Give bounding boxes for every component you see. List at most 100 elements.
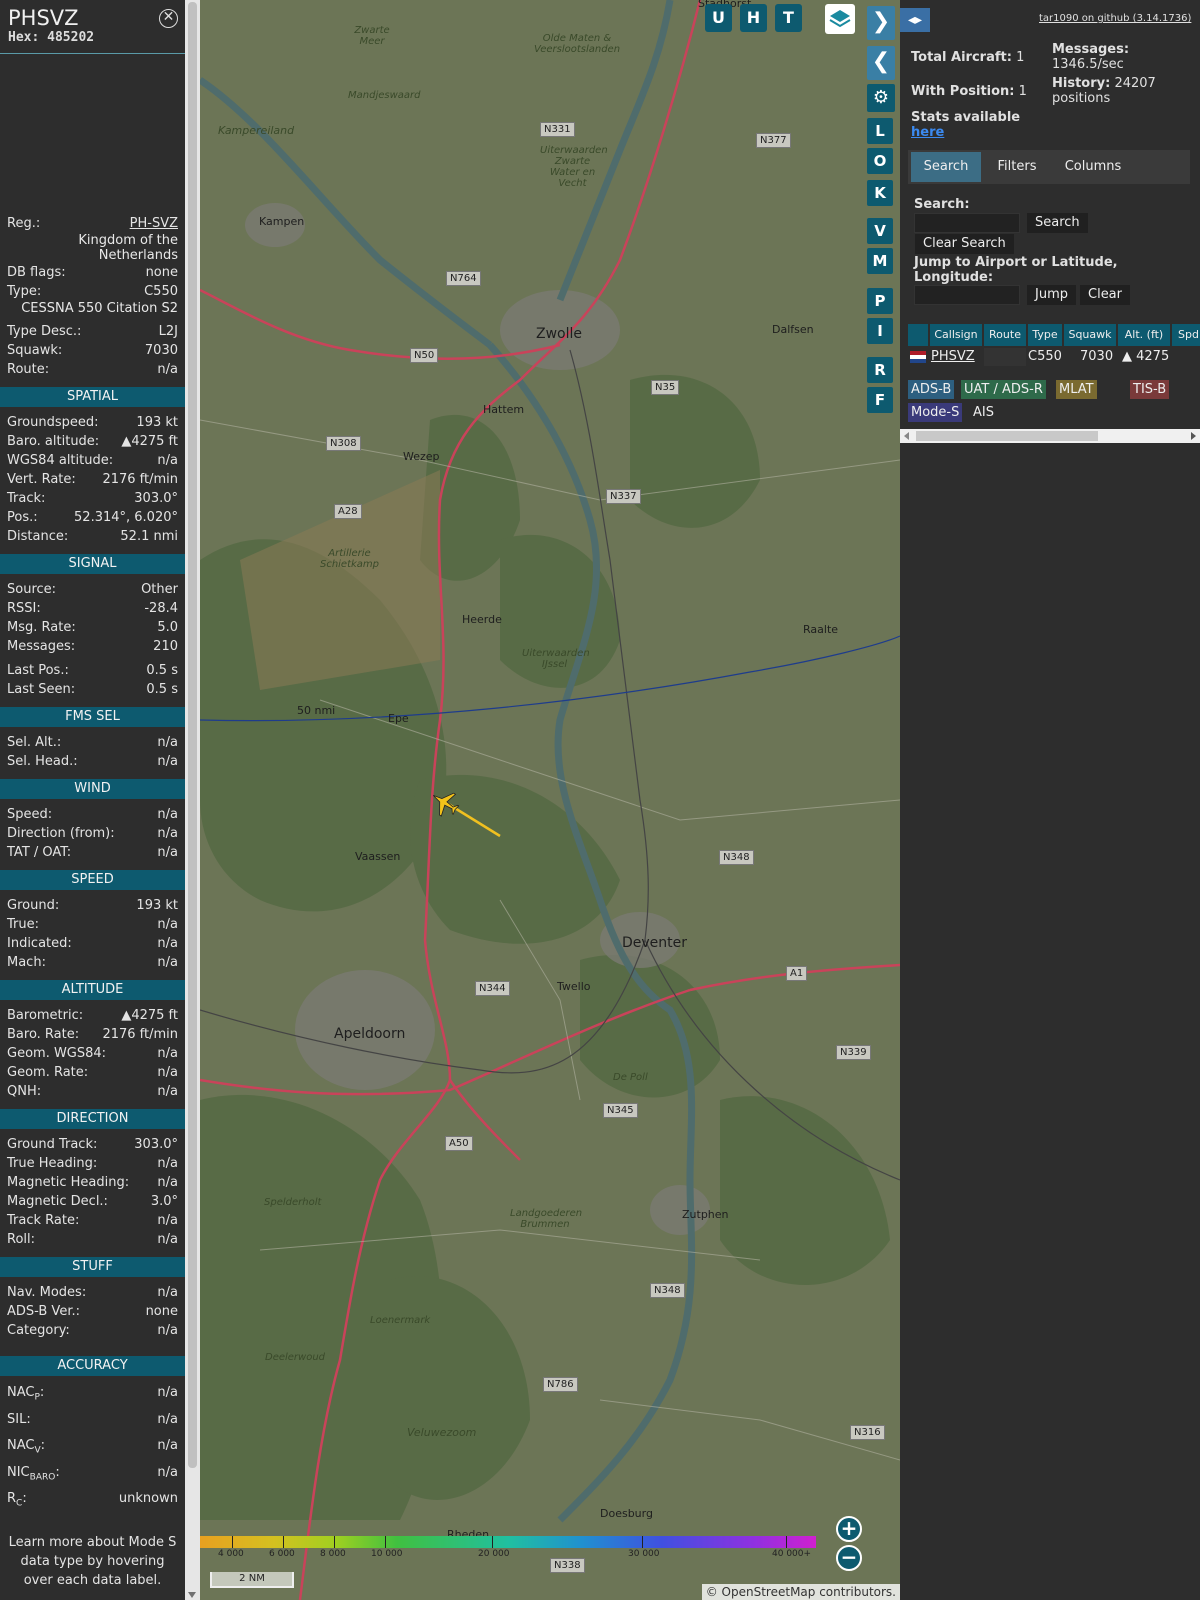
road-shield-n316: N316 bbox=[850, 1425, 885, 1440]
close-icon[interactable]: ✕ bbox=[159, 9, 178, 28]
info-label[interactable]: Track: bbox=[7, 489, 45, 508]
layers-button[interactable] bbox=[825, 4, 855, 34]
info-label[interactable]: Last Pos.: bbox=[7, 661, 69, 680]
toggle-t-button[interactable]: T bbox=[775, 4, 802, 32]
search-button[interactable]: Search bbox=[1027, 213, 1088, 233]
table-header-route[interactable]: Route bbox=[984, 324, 1026, 346]
info-label[interactable]: TAT / OAT: bbox=[7, 843, 71, 862]
info-label[interactable]: Source: bbox=[7, 580, 56, 599]
toggle-sidebar-button[interactable]: ◂▸ bbox=[900, 8, 930, 32]
toggle-l-button[interactable]: L bbox=[867, 118, 893, 144]
collapse-left-button[interactable]: ❮ bbox=[867, 46, 895, 80]
map-view[interactable]: Zwolle Deventer Apeldoorn Hattem Wezep H… bbox=[200, 0, 900, 1600]
toggle-o-button[interactable]: O bbox=[867, 148, 893, 174]
info-label[interactable]: ADS-B Ver.: bbox=[7, 1302, 80, 1321]
info-panel-scrollbar[interactable] bbox=[185, 0, 200, 1600]
table-cell-callsign[interactable]: PHSVZ bbox=[931, 348, 975, 366]
jump-button[interactable]: Jump bbox=[1027, 285, 1076, 305]
jump-input[interactable] bbox=[914, 285, 1020, 305]
info-label[interactable]: Magnetic Decl.: bbox=[7, 1192, 108, 1211]
table-header-altitude[interactable]: Alt. (ft) bbox=[1118, 324, 1170, 346]
scroll-right-arrow-icon[interactable] bbox=[1191, 432, 1196, 440]
settings-button[interactable]: ⚙ bbox=[867, 84, 895, 112]
accuracy-label[interactable]: SIL: bbox=[7, 1409, 31, 1436]
zoom-out-button[interactable]: − bbox=[836, 1545, 862, 1571]
table-header-type[interactable]: Type bbox=[1028, 324, 1062, 346]
toggle-i-button[interactable]: I bbox=[867, 318, 893, 344]
info-label[interactable]: Category: bbox=[7, 1321, 70, 1340]
tab-search[interactable]: Search bbox=[911, 152, 981, 182]
info-label[interactable]: Sel. Alt.: bbox=[7, 733, 61, 752]
toggle-f-button[interactable]: F bbox=[867, 387, 893, 413]
info-label[interactable]: Ground: bbox=[7, 896, 59, 915]
table-horizontal-scrollbar[interactable] bbox=[900, 429, 1200, 443]
scroll-left-arrow-icon[interactable] bbox=[904, 432, 909, 440]
info-label[interactable]: Pos.: bbox=[7, 508, 38, 527]
info-label[interactable]: Groundspeed: bbox=[7, 413, 98, 432]
info-label[interactable]: True: bbox=[7, 915, 39, 934]
toggle-h-button[interactable]: H bbox=[740, 4, 767, 32]
road-shield-a50: A50 bbox=[445, 1136, 473, 1151]
info-label[interactable]: Track Rate: bbox=[7, 1211, 79, 1230]
info-label[interactable]: Barometric: bbox=[7, 1006, 83, 1025]
scrollbar-thumb-horizontal[interactable] bbox=[916, 431, 1098, 441]
info-label[interactable]: WGS84 altitude: bbox=[7, 451, 113, 470]
info-label[interactable]: True Heading: bbox=[7, 1154, 97, 1173]
info-value: none bbox=[145, 1304, 178, 1319]
legend-tick bbox=[283, 1536, 284, 1548]
aircraft-marker-icon[interactable] bbox=[428, 786, 462, 820]
accuracy-label[interactable]: NACP: bbox=[7, 1382, 44, 1409]
info-label[interactable]: Baro. altitude: bbox=[7, 432, 99, 451]
scroll-down-arrow-icon[interactable] bbox=[188, 1592, 196, 1598]
toggle-m-button[interactable]: M bbox=[867, 248, 893, 274]
table-header-flag bbox=[908, 324, 928, 346]
info-label[interactable]: Indicated: bbox=[7, 934, 72, 953]
table-header-callsign[interactable]: Callsign bbox=[930, 324, 982, 346]
road-shield-n339: N339 bbox=[836, 1045, 871, 1060]
info-label[interactable]: RSSI: bbox=[7, 599, 41, 618]
accuracy-label[interactable]: NACV: bbox=[7, 1435, 45, 1462]
info-label[interactable]: Msg. Rate: bbox=[7, 618, 76, 637]
toggle-p-button[interactable]: P bbox=[867, 288, 893, 314]
toggle-u-button[interactable]: U bbox=[705, 4, 732, 32]
info-label[interactable]: Ground Track: bbox=[7, 1135, 97, 1154]
info-label[interactable]: Roll: bbox=[7, 1230, 35, 1249]
zoom-in-button[interactable]: + bbox=[836, 1516, 862, 1542]
info-label[interactable]: Magnetic Heading: bbox=[7, 1173, 129, 1192]
info-label[interactable]: Mach: bbox=[7, 953, 46, 972]
github-link[interactable]: tar1090 on github (3.14.1736) bbox=[1039, 13, 1191, 24]
toggle-k-button[interactable]: K bbox=[867, 180, 893, 206]
search-input[interactable] bbox=[914, 213, 1020, 233]
accuracy-label[interactable]: NICBARO: bbox=[7, 1462, 60, 1489]
info-label[interactable]: Messages: bbox=[7, 637, 75, 656]
toggle-r-button[interactable]: R bbox=[867, 357, 893, 383]
info-label[interactable]: Speed: bbox=[7, 805, 52, 824]
table-header-speed[interactable]: Spd bbox=[1172, 324, 1200, 346]
accuracy-label[interactable]: RC: bbox=[7, 1488, 27, 1515]
info-label[interactable]: Baro. Rate: bbox=[7, 1025, 79, 1044]
accuracy-row: NACP: n/a bbox=[0, 1382, 185, 1409]
toggle-v-button[interactable]: V bbox=[867, 218, 893, 244]
info-value: 2176 ft/min bbox=[102, 1027, 178, 1042]
info-label[interactable]: QNH: bbox=[7, 1082, 41, 1101]
expand-right-button[interactable]: ❯ bbox=[867, 6, 895, 40]
tab-columns[interactable]: Columns bbox=[1052, 152, 1134, 182]
info-label[interactable]: Distance: bbox=[7, 527, 68, 546]
registration-link[interactable]: PH-SVZ bbox=[130, 214, 178, 233]
info-value: 52.1 nmi bbox=[120, 529, 178, 544]
info-label[interactable]: Vert. Rate: bbox=[7, 470, 76, 489]
table-header-squawk[interactable]: Squawk bbox=[1064, 324, 1116, 346]
info-label[interactable]: Geom. WGS84: bbox=[7, 1044, 106, 1063]
info-label[interactable]: Geom. Rate: bbox=[7, 1063, 88, 1082]
accuracy-value: n/a bbox=[157, 1411, 178, 1427]
info-label[interactable]: Sel. Head.: bbox=[7, 752, 78, 771]
messages-label: Messages: bbox=[1052, 42, 1130, 57]
stats-link[interactable]: here bbox=[911, 125, 944, 140]
info-label[interactable]: Nav. Modes: bbox=[7, 1283, 86, 1302]
info-label[interactable]: Direction (from): bbox=[7, 824, 115, 843]
tab-filters[interactable]: Filters bbox=[984, 152, 1050, 182]
scrollbar-thumb[interactable] bbox=[188, 2, 197, 1468]
info-label[interactable]: Last Seen: bbox=[7, 680, 75, 699]
clear-button[interactable]: Clear bbox=[1080, 285, 1130, 305]
clear-search-button[interactable]: Clear Search bbox=[915, 234, 1014, 254]
